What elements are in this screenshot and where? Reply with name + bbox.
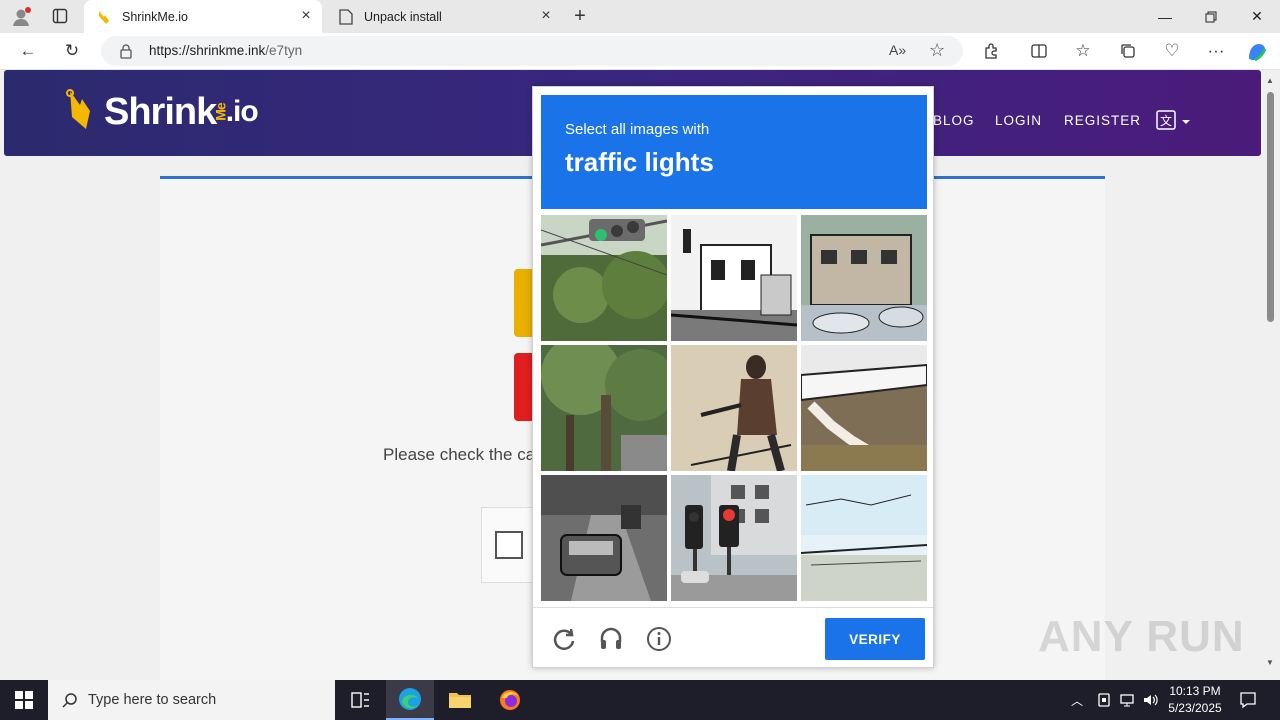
file-explorer-icon[interactable]: [436, 680, 484, 720]
clock-time: 10:13 PM: [1169, 684, 1221, 698]
network-icon[interactable]: [1119, 692, 1135, 708]
page-scrollbar[interactable]: ▲ ▼: [1262, 70, 1280, 680]
captcha-target: traffic lights: [565, 147, 714, 177]
minimize-icon[interactable]: —: [1142, 0, 1188, 33]
scroll-up-icon[interactable]: ▲: [1266, 76, 1274, 85]
hand-logo-icon: [66, 89, 90, 129]
restore-icon[interactable]: [1188, 0, 1234, 33]
notifications-icon[interactable]: [1239, 691, 1256, 709]
tab-shrinkme[interactable]: ShrinkMe.io ×: [84, 0, 322, 33]
tab-label: Unpack install: [364, 9, 442, 24]
site-logo[interactable]: Shrink Me .io: [64, 86, 259, 138]
tray-overflow-icon[interactable]: ︿: [1071, 692, 1087, 708]
task-view-icon[interactable]: [336, 680, 384, 720]
device-icon[interactable]: [1096, 692, 1112, 708]
windows-start-icon[interactable]: [0, 680, 48, 720]
captcha-checkbox[interactable]: [495, 531, 523, 559]
url-host: https://shrinkme.ink: [149, 43, 266, 58]
new-tab-icon[interactable]: +: [570, 6, 590, 27]
captcha-tile[interactable]: [801, 475, 927, 601]
settings-more-icon[interactable]: ···: [1201, 37, 1231, 65]
firefox-icon[interactable]: [486, 680, 534, 720]
captcha-challenge: Select all images with traffic lights VE…: [532, 86, 934, 668]
instruction-text: Please check the ca: [383, 445, 536, 464]
browser-essentials-icon[interactable]: ♡: [1157, 37, 1187, 65]
refresh-icon[interactable]: ↻: [57, 37, 87, 65]
favorite-star-icon[interactable]: ☆: [929, 40, 945, 61]
captcha-tile[interactable]: [671, 345, 797, 471]
captcha-instruction: Select all images with: [565, 121, 710, 138]
volume-icon[interactable]: [1142, 692, 1158, 708]
favorites-icon[interactable]: ☆: [1068, 37, 1098, 65]
scroll-down-icon[interactable]: ▼: [1266, 658, 1274, 667]
split-screen-icon[interactable]: [1024, 37, 1054, 65]
language-icon[interactable]: 文: [1156, 110, 1190, 132]
logo-text: Shrink: [104, 90, 217, 133]
search-icon: [62, 692, 78, 708]
url-path: /e7tyn: [265, 43, 303, 58]
clock-date: 5/23/2025: [1168, 701, 1222, 715]
browser-tab-strip: ShrinkMe.io × Unpack install × + — ✕: [0, 0, 1280, 33]
shrinkme-favicon-icon: [96, 9, 112, 25]
verify-button[interactable]: VERIFY: [825, 618, 925, 660]
address-bar[interactable]: https://shrinkme.ink/e7tyn A» ☆: [101, 36, 963, 66]
audio-challenge-icon[interactable]: [598, 626, 624, 652]
back-icon[interactable]: ←: [13, 37, 43, 65]
close-window-icon[interactable]: ✕: [1234, 0, 1280, 33]
captcha-footer: VERIFY: [533, 607, 933, 667]
windows-taskbar: Type here to search ︿ 10:13 PM 5/23/2025: [0, 680, 1280, 720]
captcha-tile[interactable]: [541, 215, 667, 341]
collections-icon[interactable]: [1113, 37, 1143, 65]
info-icon[interactable]: [646, 626, 672, 652]
reload-icon[interactable]: [551, 626, 577, 652]
captcha-tile[interactable]: [671, 475, 797, 601]
captcha-tile[interactable]: [801, 215, 927, 341]
taskbar-search[interactable]: Type here to search: [48, 680, 335, 720]
svg-text:文: 文: [1160, 113, 1172, 128]
edge-browser-icon[interactable]: [386, 680, 434, 720]
copilot-icon[interactable]: [1245, 40, 1269, 64]
captcha-tile[interactable]: [801, 345, 927, 471]
menu-register[interactable]: REGISTER: [1064, 113, 1141, 128]
captcha-header: Select all images with traffic lights: [541, 95, 927, 209]
anyrun-watermark: ANY RUN: [1038, 612, 1245, 661]
logo-sub: Me: [212, 103, 229, 121]
read-aloud-icon[interactable]: A»: [889, 42, 906, 58]
logo-tld: .io: [225, 95, 259, 128]
close-tab-icon[interactable]: ×: [538, 8, 554, 24]
lock-icon: [119, 43, 133, 59]
yellow-button-edge[interactable]: [514, 269, 534, 337]
captcha-tile[interactable]: [671, 215, 797, 341]
captcha-tile[interactable]: [541, 345, 667, 471]
page-icon: [338, 8, 354, 25]
close-tab-icon[interactable]: ×: [298, 8, 314, 24]
scroll-thumb[interactable]: [1267, 92, 1274, 322]
tab-actions-icon[interactable]: [52, 8, 68, 24]
taskbar-clock[interactable]: 10:13 PM 5/23/2025: [1163, 683, 1227, 717]
captcha-tile[interactable]: [541, 475, 667, 601]
tab-unpack-install[interactable]: Unpack install ×: [326, 0, 562, 33]
tab-label: ShrinkMe.io: [122, 9, 188, 24]
red-button-edge[interactable]: [514, 353, 534, 421]
profile-icon[interactable]: [10, 6, 32, 28]
browser-toolbar: ← ↻ https://shrinkme.ink/e7tyn A» ☆ ☆ ♡ …: [0, 33, 1280, 70]
extensions-icon[interactable]: [976, 37, 1006, 65]
search-placeholder: Type here to search: [88, 692, 217, 708]
menu-blog[interactable]: BLOG: [933, 113, 975, 128]
menu-login[interactable]: LOGIN: [995, 113, 1042, 128]
